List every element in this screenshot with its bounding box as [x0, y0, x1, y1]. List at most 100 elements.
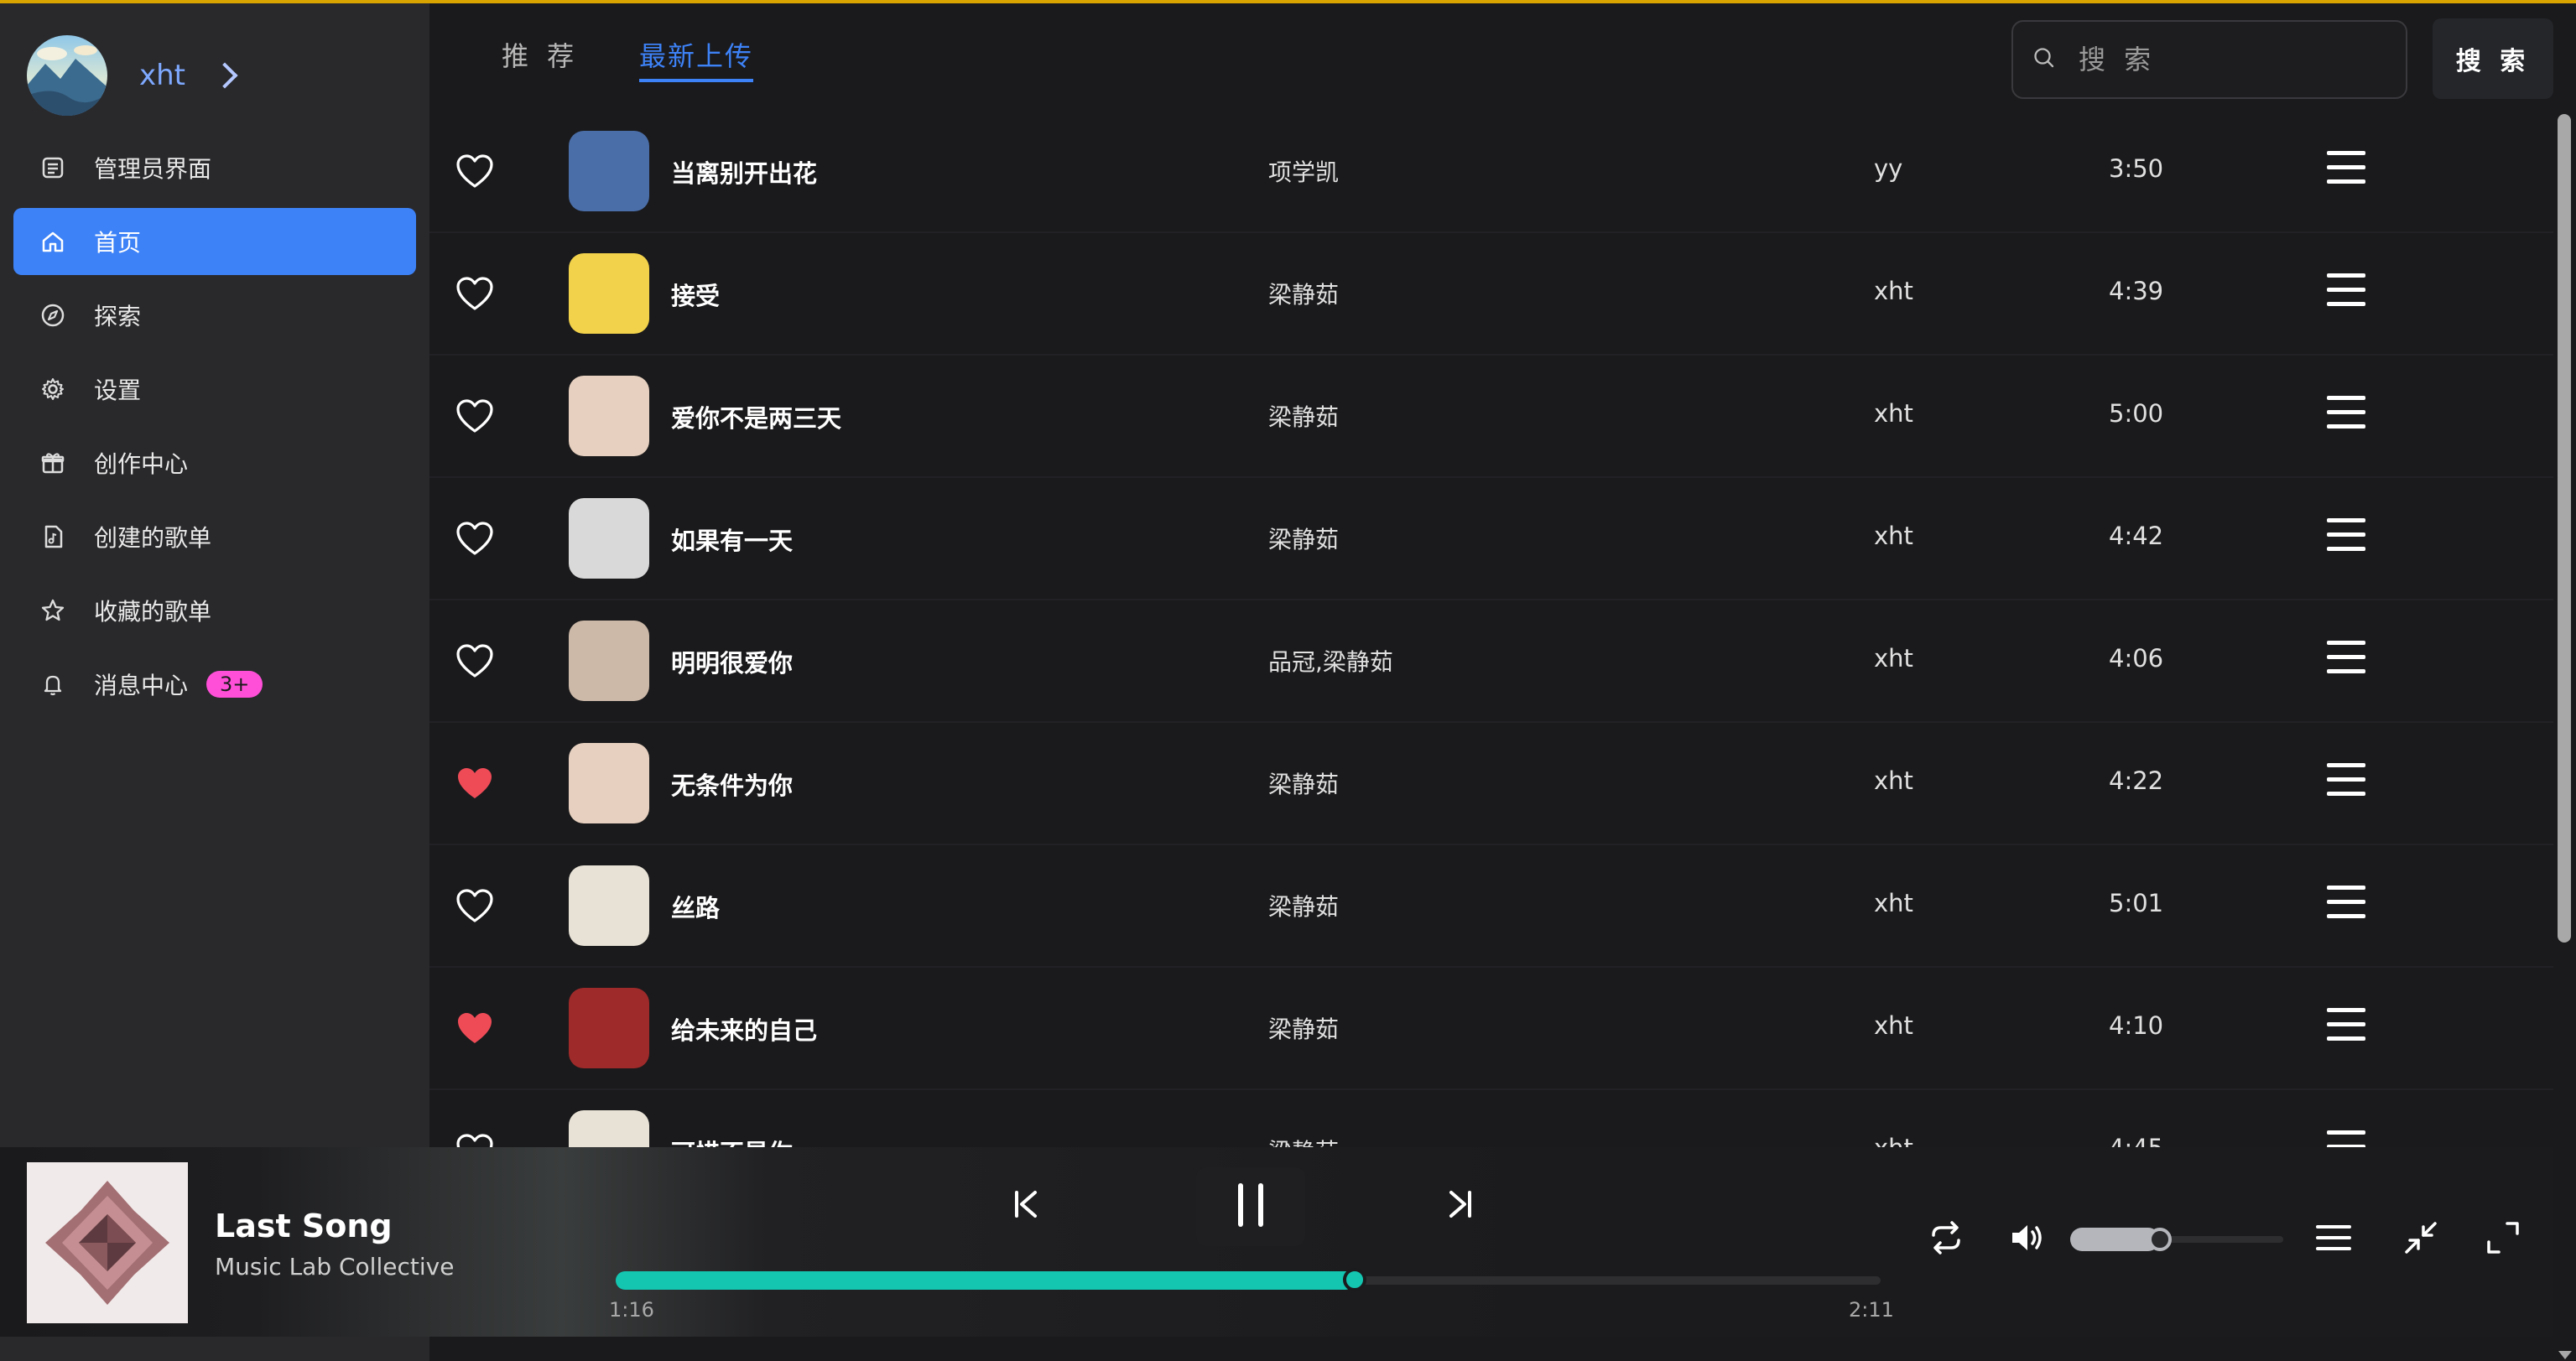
home-icon: [39, 227, 67, 256]
now-playing-cover[interactable]: [27, 1162, 188, 1323]
song-artist[interactable]: 梁静茹: [1268, 399, 1339, 433]
pause-button[interactable]: [1196, 1167, 1305, 1246]
search-button[interactable]: 搜 索: [2433, 18, 2553, 99]
song-artist[interactable]: 品冠,梁静茹: [1268, 644, 1393, 678]
user-profile[interactable]: xht: [27, 34, 238, 117]
volume-slider[interactable]: [2070, 1226, 2283, 1253]
search-input[interactable]: [2079, 44, 2381, 75]
song-row[interactable]: 给未来的自己 梁静茹 xht 4:10: [429, 968, 2553, 1090]
song-title[interactable]: 无条件为你: [671, 766, 793, 802]
search-box[interactable]: [2011, 20, 2407, 99]
song-title[interactable]: 如果有一天: [671, 522, 793, 557]
song-row[interactable]: 爱你不是两三天 梁静茹 xht 5:00: [429, 356, 2553, 478]
song-title[interactable]: 丝路: [671, 889, 720, 924]
heart-outline-icon[interactable]: [455, 397, 495, 434]
song-menu-icon[interactable]: [2327, 763, 2365, 797]
sidebar-item-explore[interactable]: 探索: [13, 282, 416, 349]
playlist-button[interactable]: [2310, 1216, 2357, 1263]
pause-icon: [1232, 1182, 1269, 1231]
fullscreen-button[interactable]: [2480, 1216, 2527, 1263]
notification-badge: 3+: [206, 671, 263, 698]
repeat-icon: [1927, 1218, 1965, 1260]
song-menu-icon[interactable]: [2327, 1008, 2365, 1042]
song-title[interactable]: 当离别开出花: [671, 154, 817, 190]
song-artist[interactable]: 梁静茹: [1268, 1011, 1339, 1045]
song-cover[interactable]: [569, 621, 649, 701]
sidebar-item-settings[interactable]: 设置: [13, 356, 416, 423]
heart-outline-icon[interactable]: [455, 153, 495, 190]
song-title[interactable]: 明明很爱你: [671, 644, 793, 679]
song-cover[interactable]: [569, 498, 649, 579]
song-uploader: xht: [1874, 766, 1913, 795]
song-cover[interactable]: [569, 865, 649, 946]
volume-button[interactable]: [2003, 1216, 2050, 1263]
song-title[interactable]: 爱你不是两三天: [671, 399, 841, 434]
heart-outline-icon[interactable]: [455, 520, 495, 557]
song-menu-icon[interactable]: [2327, 641, 2365, 674]
song-artist[interactable]: 梁静茹: [1268, 277, 1339, 310]
progress-bar[interactable]: [616, 1268, 1881, 1291]
avatar[interactable]: [27, 35, 107, 116]
song-cover[interactable]: [569, 376, 649, 456]
scrollbar[interactable]: [2553, 111, 2576, 1361]
sidebar-item-created-playlists[interactable]: 创建的歌单: [13, 503, 416, 570]
chevron-right-icon[interactable]: [211, 62, 238, 89]
song-duration: 4:10: [2109, 1011, 2164, 1040]
repeat-button[interactable]: [1923, 1216, 1970, 1263]
song-menu-icon[interactable]: [2327, 518, 2365, 552]
heart-outline-icon[interactable]: [455, 887, 495, 924]
song-menu-icon[interactable]: [2327, 151, 2365, 184]
song-menu-icon[interactable]: [2327, 396, 2365, 429]
song-duration: 5:00: [2109, 399, 2164, 428]
song-row[interactable]: 如果有一天 梁静茹 xht 4:42: [429, 478, 2553, 600]
volume-knob[interactable]: [2147, 1228, 2172, 1251]
song-cover[interactable]: [569, 253, 649, 334]
song-menu-icon[interactable]: [2327, 886, 2365, 919]
sidebar-item-label: 收藏的歌单: [94, 598, 212, 626]
song-row[interactable]: 丝路 梁静茹 xht 5:01: [429, 845, 2553, 968]
star-icon: [39, 596, 67, 625]
song-duration: 3:50: [2109, 154, 2164, 183]
song-uploader: xht: [1874, 522, 1913, 550]
gear-icon: [39, 375, 67, 403]
sidebar-item-messages[interactable]: 消息中心 3+: [13, 651, 416, 718]
heart-filled-icon[interactable]: [455, 1010, 495, 1047]
sidebar-item-home[interactable]: 首页: [13, 208, 416, 275]
heart-outline-icon[interactable]: [455, 642, 495, 679]
song-artist[interactable]: 项学凯: [1268, 154, 1339, 188]
username[interactable]: xht: [139, 59, 185, 92]
song-row[interactable]: 明明很爱你 品冠,梁静茹 xht 4:06: [429, 600, 2553, 723]
song-uploader: xht: [1874, 277, 1913, 305]
tab-recommend[interactable]: 推 荐: [502, 35, 579, 74]
tab-latest-uploads[interactable]: 最新上传: [639, 35, 754, 82]
volume-fill: [2070, 1228, 2160, 1251]
song-cover[interactable]: [569, 131, 649, 211]
song-artist[interactable]: 梁静茹: [1268, 889, 1339, 922]
heart-filled-icon[interactable]: [455, 765, 495, 802]
song-menu-icon[interactable]: [2327, 273, 2365, 307]
next-button[interactable]: [1436, 1182, 1483, 1229]
scrollbar-thumb[interactable]: [2558, 114, 2571, 943]
sidebar-item-label: 设置: [94, 377, 142, 404]
skip-next-icon: [1443, 1187, 1476, 1224]
song-title[interactable]: 接受: [671, 277, 720, 312]
previous-button[interactable]: [1003, 1182, 1050, 1229]
scroll-down-arrow-icon[interactable]: [2558, 1351, 2572, 1359]
minimize-player-button[interactable]: [2397, 1216, 2444, 1263]
sidebar-item-admin[interactable]: 管理员界面: [13, 134, 416, 201]
progress-knob[interactable]: [1342, 1268, 1366, 1291]
song-row[interactable]: 无条件为你 梁静茹 xht 4:22: [429, 723, 2553, 845]
song-cover[interactable]: [569, 743, 649, 823]
song-row[interactable]: 接受 梁静茹 xht 4:39: [429, 233, 2553, 356]
heart-outline-icon[interactable]: [455, 275, 495, 312]
song-duration: 4:42: [2109, 522, 2164, 550]
song-artist[interactable]: 梁静茹: [1268, 522, 1339, 555]
song-title[interactable]: 给未来的自己: [671, 1011, 817, 1047]
song-row[interactable]: 当离别开出花 项学凯 yy 3:50: [429, 111, 2553, 233]
sidebar-item-creator[interactable]: 创作中心: [13, 429, 416, 496]
playlist-menu-icon: [2314, 1218, 2353, 1260]
song-cover[interactable]: [569, 988, 649, 1068]
now-playing-title: Last Song: [215, 1208, 393, 1244]
song-artist[interactable]: 梁静茹: [1268, 766, 1339, 800]
sidebar-item-favorite-playlists[interactable]: 收藏的歌单: [13, 577, 416, 644]
